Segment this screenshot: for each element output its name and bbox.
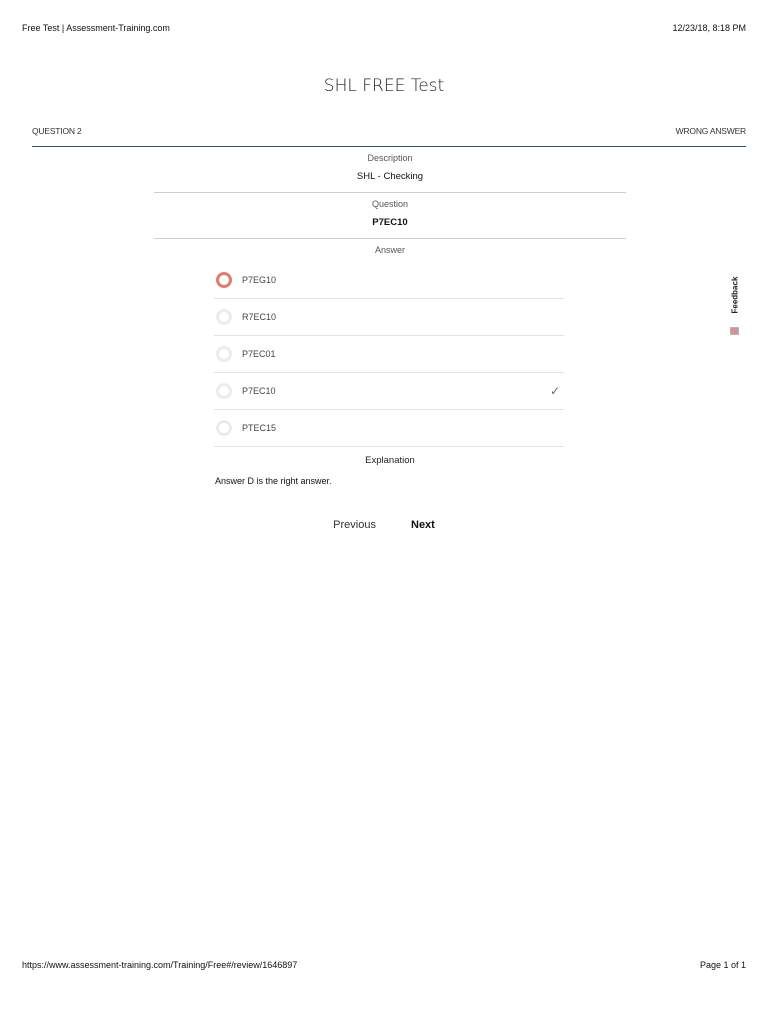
print-footer: https://www.assessment-training.com/Trai… [22, 960, 746, 970]
answer-option-label: P7EC01 [242, 349, 276, 359]
previous-button[interactable]: Previous [333, 519, 376, 531]
answer-option-label: P7EG10 [242, 275, 277, 285]
feedback-icon [730, 327, 739, 335]
radio-icon[interactable] [216, 309, 232, 325]
explanation-label: Explanation [365, 455, 415, 466]
print-footer-page: Page 1 of 1 [699, 960, 746, 970]
description-value: SHL - Checking [356, 171, 424, 182]
answer-result-status: WRONG ANSWER [675, 126, 747, 136]
answer-label: Answer [374, 245, 405, 255]
print-footer-url: https://www.assessment-training.com/Trai… [22, 960, 298, 970]
question-label: Question [371, 199, 409, 209]
answer-option-label: PTEC15 [242, 423, 277, 433]
print-header: Free Test | Assessment-Training.com 12/2… [22, 23, 746, 33]
answer-option[interactable]: P7EC10 ✓ [214, 373, 564, 410]
print-header-datetime: 12/23/18, 8:18 PM [672, 23, 746, 33]
print-header-title: Free Test | Assessment-Training.com [22, 23, 170, 33]
answer-option-label: P7EC10 [242, 386, 276, 396]
question-bar: QUESTION 2 WRONG ANSWER [32, 126, 746, 147]
divider [154, 192, 626, 193]
radio-selected-icon[interactable] [216, 272, 232, 288]
radio-icon[interactable] [216, 420, 232, 436]
radio-icon[interactable] [216, 346, 232, 362]
page-title: SHL FREE Test [323, 76, 445, 96]
answer-option-label: R7EC10 [242, 312, 277, 322]
next-button[interactable]: Next [411, 519, 435, 531]
answer-option[interactable]: P7EC01 [214, 336, 564, 373]
answer-option[interactable]: P7EG10 [214, 262, 564, 299]
question-value: P7EC10 [372, 217, 408, 228]
divider [154, 238, 626, 239]
question-number: QUESTION 2 [32, 126, 82, 136]
answer-options-list: P7EG10 R7EC10 P7EC01 P7EC10 ✓ PTEC15 [214, 262, 564, 447]
feedback-tab[interactable]: Feedback [726, 276, 742, 338]
answer-option[interactable]: PTEC15 [214, 410, 564, 447]
explanation-text: Answer D is the right answer. [215, 476, 332, 486]
radio-icon[interactable] [216, 383, 232, 399]
description-label: Description [367, 153, 413, 163]
question-navigation: Previous Next [0, 519, 768, 531]
feedback-label: Feedback [730, 276, 740, 314]
question-section: Question P7EC10 [154, 199, 626, 228]
checkmark-icon: ✓ [549, 384, 560, 398]
answer-option[interactable]: R7EC10 [214, 299, 564, 336]
description-section: Description SHL - Checking [154, 153, 626, 182]
answer-section: Answer [154, 245, 626, 255]
